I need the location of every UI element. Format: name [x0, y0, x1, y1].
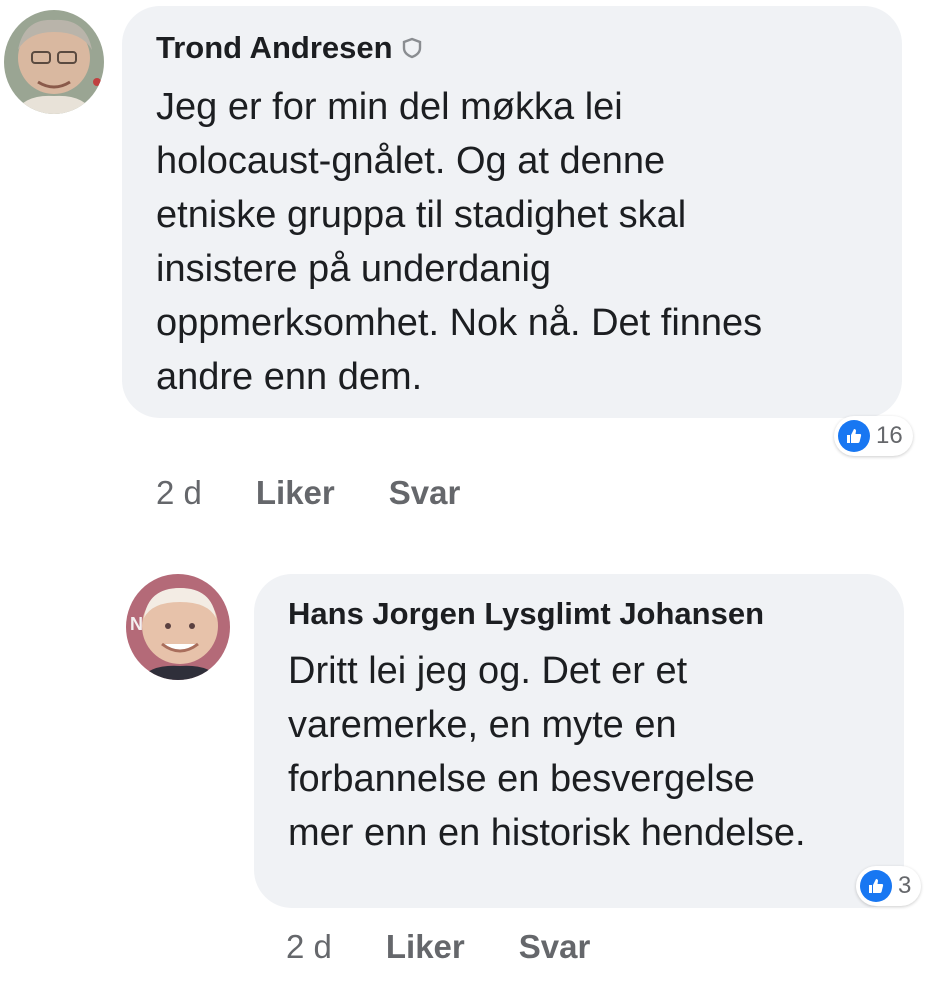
- comment-line: Jeg er for min del møkka lei: [156, 86, 623, 128]
- comment-line: etniske gruppa til stadighet skal: [156, 194, 687, 236]
- comment-line: varemerke, en myte en: [288, 704, 677, 746]
- comment-line: holocaust-gnålet. Og at denne: [156, 140, 666, 182]
- reply-button[interactable]: Svar: [389, 474, 461, 512]
- reaction-count: 3: [898, 872, 912, 899]
- reaction-summary[interactable]: 16: [834, 416, 913, 456]
- author-name[interactable]: Trond Andresen: [156, 30, 393, 66]
- comment-line: forbannelse en besvergelse: [288, 758, 755, 800]
- comment-text: Jeg er for min del møkka lei holocaust-g…: [156, 80, 762, 404]
- comment-timestamp[interactable]: 2 d: [286, 928, 332, 966]
- comment-line: andre enn dem.: [156, 356, 423, 398]
- reply-comment: N Hans Jorgen Lysglimt Johansen Dritt le…: [0, 540, 936, 994]
- avatar-image: N: [126, 574, 230, 680]
- comment-line: insistere på underdanig: [156, 248, 552, 290]
- reaction-summary[interactable]: 3: [856, 866, 922, 906]
- like-button[interactable]: Liker: [386, 928, 465, 966]
- avatar[interactable]: N: [126, 574, 230, 680]
- comment-line: mer enn en historisk hendelse.: [288, 812, 806, 854]
- avatar[interactable]: [4, 10, 104, 114]
- comment-text: Dritt lei jeg og. Det er et varemerke, e…: [288, 644, 806, 860]
- reaction-count: 16: [876, 422, 903, 449]
- like-icon: [860, 870, 892, 902]
- author-name[interactable]: Hans Jorgen Lysglimt Johansen: [288, 596, 764, 632]
- reply-button[interactable]: Svar: [519, 928, 591, 966]
- comment-line: oppmerksomhet. Nok nå. Det finnes: [156, 302, 763, 344]
- top-fan-shield-icon: [401, 37, 423, 59]
- like-button[interactable]: Liker: [256, 474, 335, 512]
- comment-bubble: Trond Andresen Jeg er for min del møkka …: [122, 6, 902, 418]
- comment-author[interactable]: Hans Jorgen Lysglimt Johansen: [288, 596, 764, 632]
- comment-author[interactable]: Trond Andresen: [156, 30, 423, 66]
- comment-line: Dritt lei jeg og. Det er et: [288, 650, 688, 692]
- comment-actions: 2 d Liker Svar: [156, 474, 460, 512]
- comment-timestamp[interactable]: 2 d: [156, 474, 202, 512]
- comment-header: Hans Jorgen Lysglimt Johansen: [288, 596, 764, 632]
- avatar-image: [4, 10, 104, 114]
- svg-text:N: N: [130, 614, 143, 634]
- comment: Trond Andresen Jeg er for min del møkka …: [0, 0, 936, 540]
- comment-actions: 2 d Liker Svar: [286, 928, 590, 966]
- comment-bubble: Hans Jorgen Lysglimt Johansen Dritt lei …: [254, 574, 904, 908]
- comment-header: Trond Andresen: [156, 30, 423, 66]
- like-icon: [838, 420, 870, 452]
